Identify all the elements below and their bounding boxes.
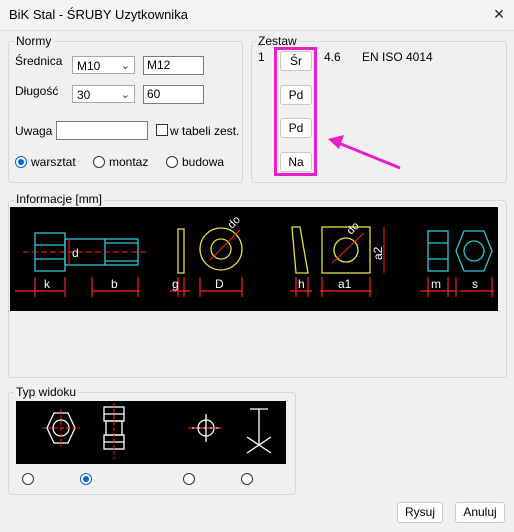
warsztat-radio[interactable]: [15, 156, 27, 168]
view-type-radio-2[interactable]: [80, 473, 92, 485]
dlugosc-select[interactable]: 30 ⌄: [72, 85, 135, 103]
dim-label-g: g: [172, 277, 179, 291]
nut-side-icon: [427, 230, 449, 272]
dlugosc-select-value: 30: [77, 88, 91, 102]
uwaga-label: Uwaga: [15, 124, 53, 138]
sruba-button[interactable]: Śr: [280, 51, 312, 71]
washer-side-icon: [177, 228, 185, 274]
montaz-label: montaz: [109, 155, 149, 169]
zestaw-group-label: Zestaw: [256, 34, 299, 48]
dim-label-d: d: [72, 246, 79, 260]
srednica-input[interactable]: M12: [143, 56, 204, 75]
view-type-radio-3[interactable]: [183, 473, 195, 485]
dim-label-s: s: [472, 277, 478, 291]
srednica-label: Średnica: [15, 54, 63, 68]
wedge-washer-side-icon: [291, 226, 309, 274]
dimensions-drawing: d do do a2 k b g D h a1 m s: [10, 207, 498, 311]
dim-label-m: m: [431, 277, 441, 291]
dlugosc-input[interactable]: 60: [143, 85, 204, 104]
window-title: BiK Stal - ŚRUBY Uzytkownika: [9, 7, 188, 22]
zestaw-row-number: 1: [258, 50, 265, 64]
dim-label-do-1: do: [226, 214, 243, 231]
view-type-radio-4[interactable]: [241, 473, 253, 485]
informacje-group-label: Informacje [mm]: [14, 192, 105, 206]
budowa-label: budowa: [182, 155, 225, 169]
nakretka-button[interactable]: Na: [280, 152, 312, 172]
typ-widoku-group-label: Typ widoku: [14, 385, 79, 399]
dim-label-a1: a1: [338, 277, 352, 291]
pointer-arrow-icon: [328, 135, 401, 170]
zestaw-standard: EN ISO 4014: [362, 50, 433, 64]
chevron-down-icon: ⌄: [120, 89, 130, 101]
podkladka-button-2[interactable]: Pd: [280, 118, 312, 138]
budowa-radio[interactable]: [166, 156, 178, 168]
uwaga-input[interactable]: [56, 121, 148, 140]
dim-label-D: D: [215, 277, 224, 291]
podkladka-button-1[interactable]: Pd: [280, 85, 312, 105]
normy-group-label: Normy: [14, 34, 54, 48]
dim-label-a2: a2: [371, 246, 385, 260]
anuluj-button[interactable]: Anuluj: [455, 502, 505, 523]
dlugosc-label: Długość: [15, 84, 59, 98]
nut-front-icon: [455, 230, 493, 272]
dim-label-h: h: [298, 277, 305, 291]
rysuj-button[interactable]: Rysuj: [397, 502, 443, 523]
close-icon[interactable]: ×: [488, 3, 510, 25]
warsztat-label: warsztat: [31, 155, 76, 169]
view-type-preview: [16, 401, 286, 464]
srednica-select-value: M10: [77, 59, 101, 73]
tee-symbol-icon: [246, 408, 272, 454]
chevron-down-icon: ⌄: [120, 60, 130, 72]
tabela-label: w tabeli zest.: [170, 124, 240, 138]
dim-label-k: k: [44, 277, 51, 291]
zestaw-grade: 4.6: [324, 50, 341, 64]
view-type-radio-1[interactable]: [22, 473, 34, 485]
dim-label-do-2: do: [345, 220, 362, 237]
dim-label-b: b: [111, 277, 118, 291]
tabela-checkbox[interactable]: [156, 124, 168, 136]
srednica-select[interactable]: M10 ⌄: [72, 56, 135, 74]
montaz-radio[interactable]: [93, 156, 105, 168]
